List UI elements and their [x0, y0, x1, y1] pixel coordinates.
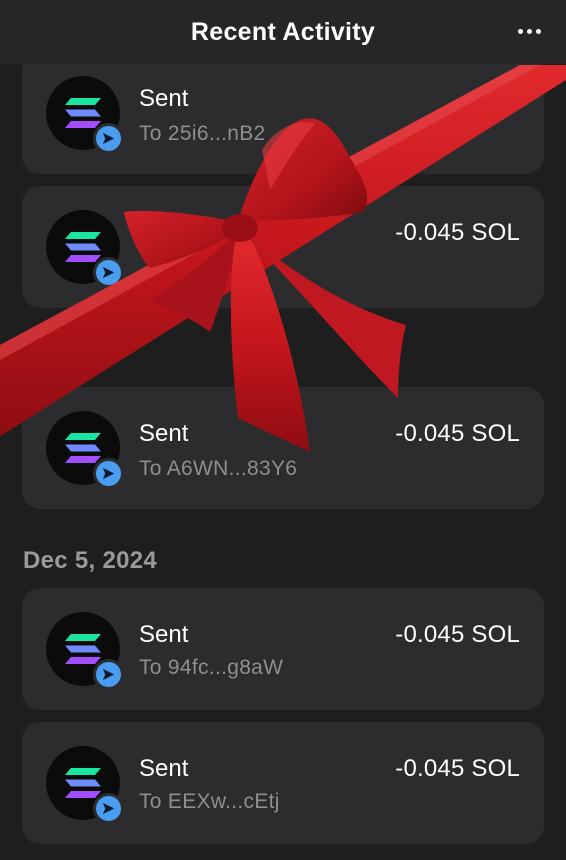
- transaction-amount: -0.045 SOL: [395, 420, 520, 447]
- page-title: Recent Activity: [190, 17, 376, 46]
- date-heading: 2024: [23, 346, 78, 373]
- transaction-amount: -0.045 SOL: [395, 621, 520, 648]
- solana-logo-icon: [65, 232, 101, 262]
- header: Recent Activity: [0, 0, 566, 64]
- app: Recent Activity Sent To 25i6...nB2 Sent …: [0, 0, 566, 860]
- send-badge: [93, 659, 124, 690]
- transaction-recipient: To 94fc...g8aW: [139, 656, 284, 679]
- send-arrow-icon: [102, 132, 115, 145]
- transaction-card[interactable]: Sent -0.045 SOL: [22, 186, 544, 308]
- transaction-card[interactable]: Sent To A6WN...83Y6 -0.045 SOL: [22, 387, 544, 509]
- token-avatar: [46, 746, 124, 824]
- send-badge: [93, 793, 124, 824]
- transaction-type: Sent: [139, 85, 189, 112]
- send-arrow-icon: [102, 802, 115, 815]
- send-arrow-icon: [102, 266, 115, 279]
- send-badge: [93, 123, 124, 154]
- transaction-type: Sent: [139, 219, 189, 246]
- transaction-recipient: To A6WN...83Y6: [139, 457, 298, 480]
- transaction-recipient: To 25i6...nB2: [139, 122, 266, 145]
- transaction-amount: -0.045 SOL: [395, 219, 520, 246]
- transaction-type: Sent: [139, 621, 189, 648]
- transaction-amount: -0.045 SOL: [395, 755, 520, 782]
- more-dot: [535, 28, 541, 34]
- more-options-button[interactable]: [514, 18, 544, 44]
- token-avatar: [46, 210, 124, 288]
- token-avatar: [46, 411, 124, 489]
- solana-logo-icon: [65, 634, 101, 664]
- send-badge: [93, 458, 124, 489]
- transaction-recipient: To EEXw...cEtj: [139, 790, 280, 813]
- solana-logo-icon: [65, 98, 101, 128]
- more-dot: [526, 28, 532, 34]
- solana-logo-icon: [65, 433, 101, 463]
- transaction-type: Sent: [139, 420, 189, 447]
- transaction-card[interactable]: Sent To 94fc...g8aW -0.045 SOL: [22, 588, 544, 710]
- send-arrow-icon: [102, 467, 115, 480]
- date-heading: Dec 5, 2024: [23, 547, 158, 574]
- transaction-card[interactable]: Sent To 25i6...nB2: [22, 52, 544, 174]
- transaction-card[interactable]: Sent To EEXw...cEtj -0.045 SOL: [22, 722, 544, 844]
- send-badge: [93, 257, 124, 288]
- send-arrow-icon: [102, 668, 115, 681]
- token-avatar: [46, 76, 124, 154]
- token-avatar: [46, 612, 124, 690]
- transaction-type: Sent: [139, 755, 189, 782]
- solana-logo-icon: [65, 768, 101, 798]
- more-horizontal-icon: [517, 28, 523, 34]
